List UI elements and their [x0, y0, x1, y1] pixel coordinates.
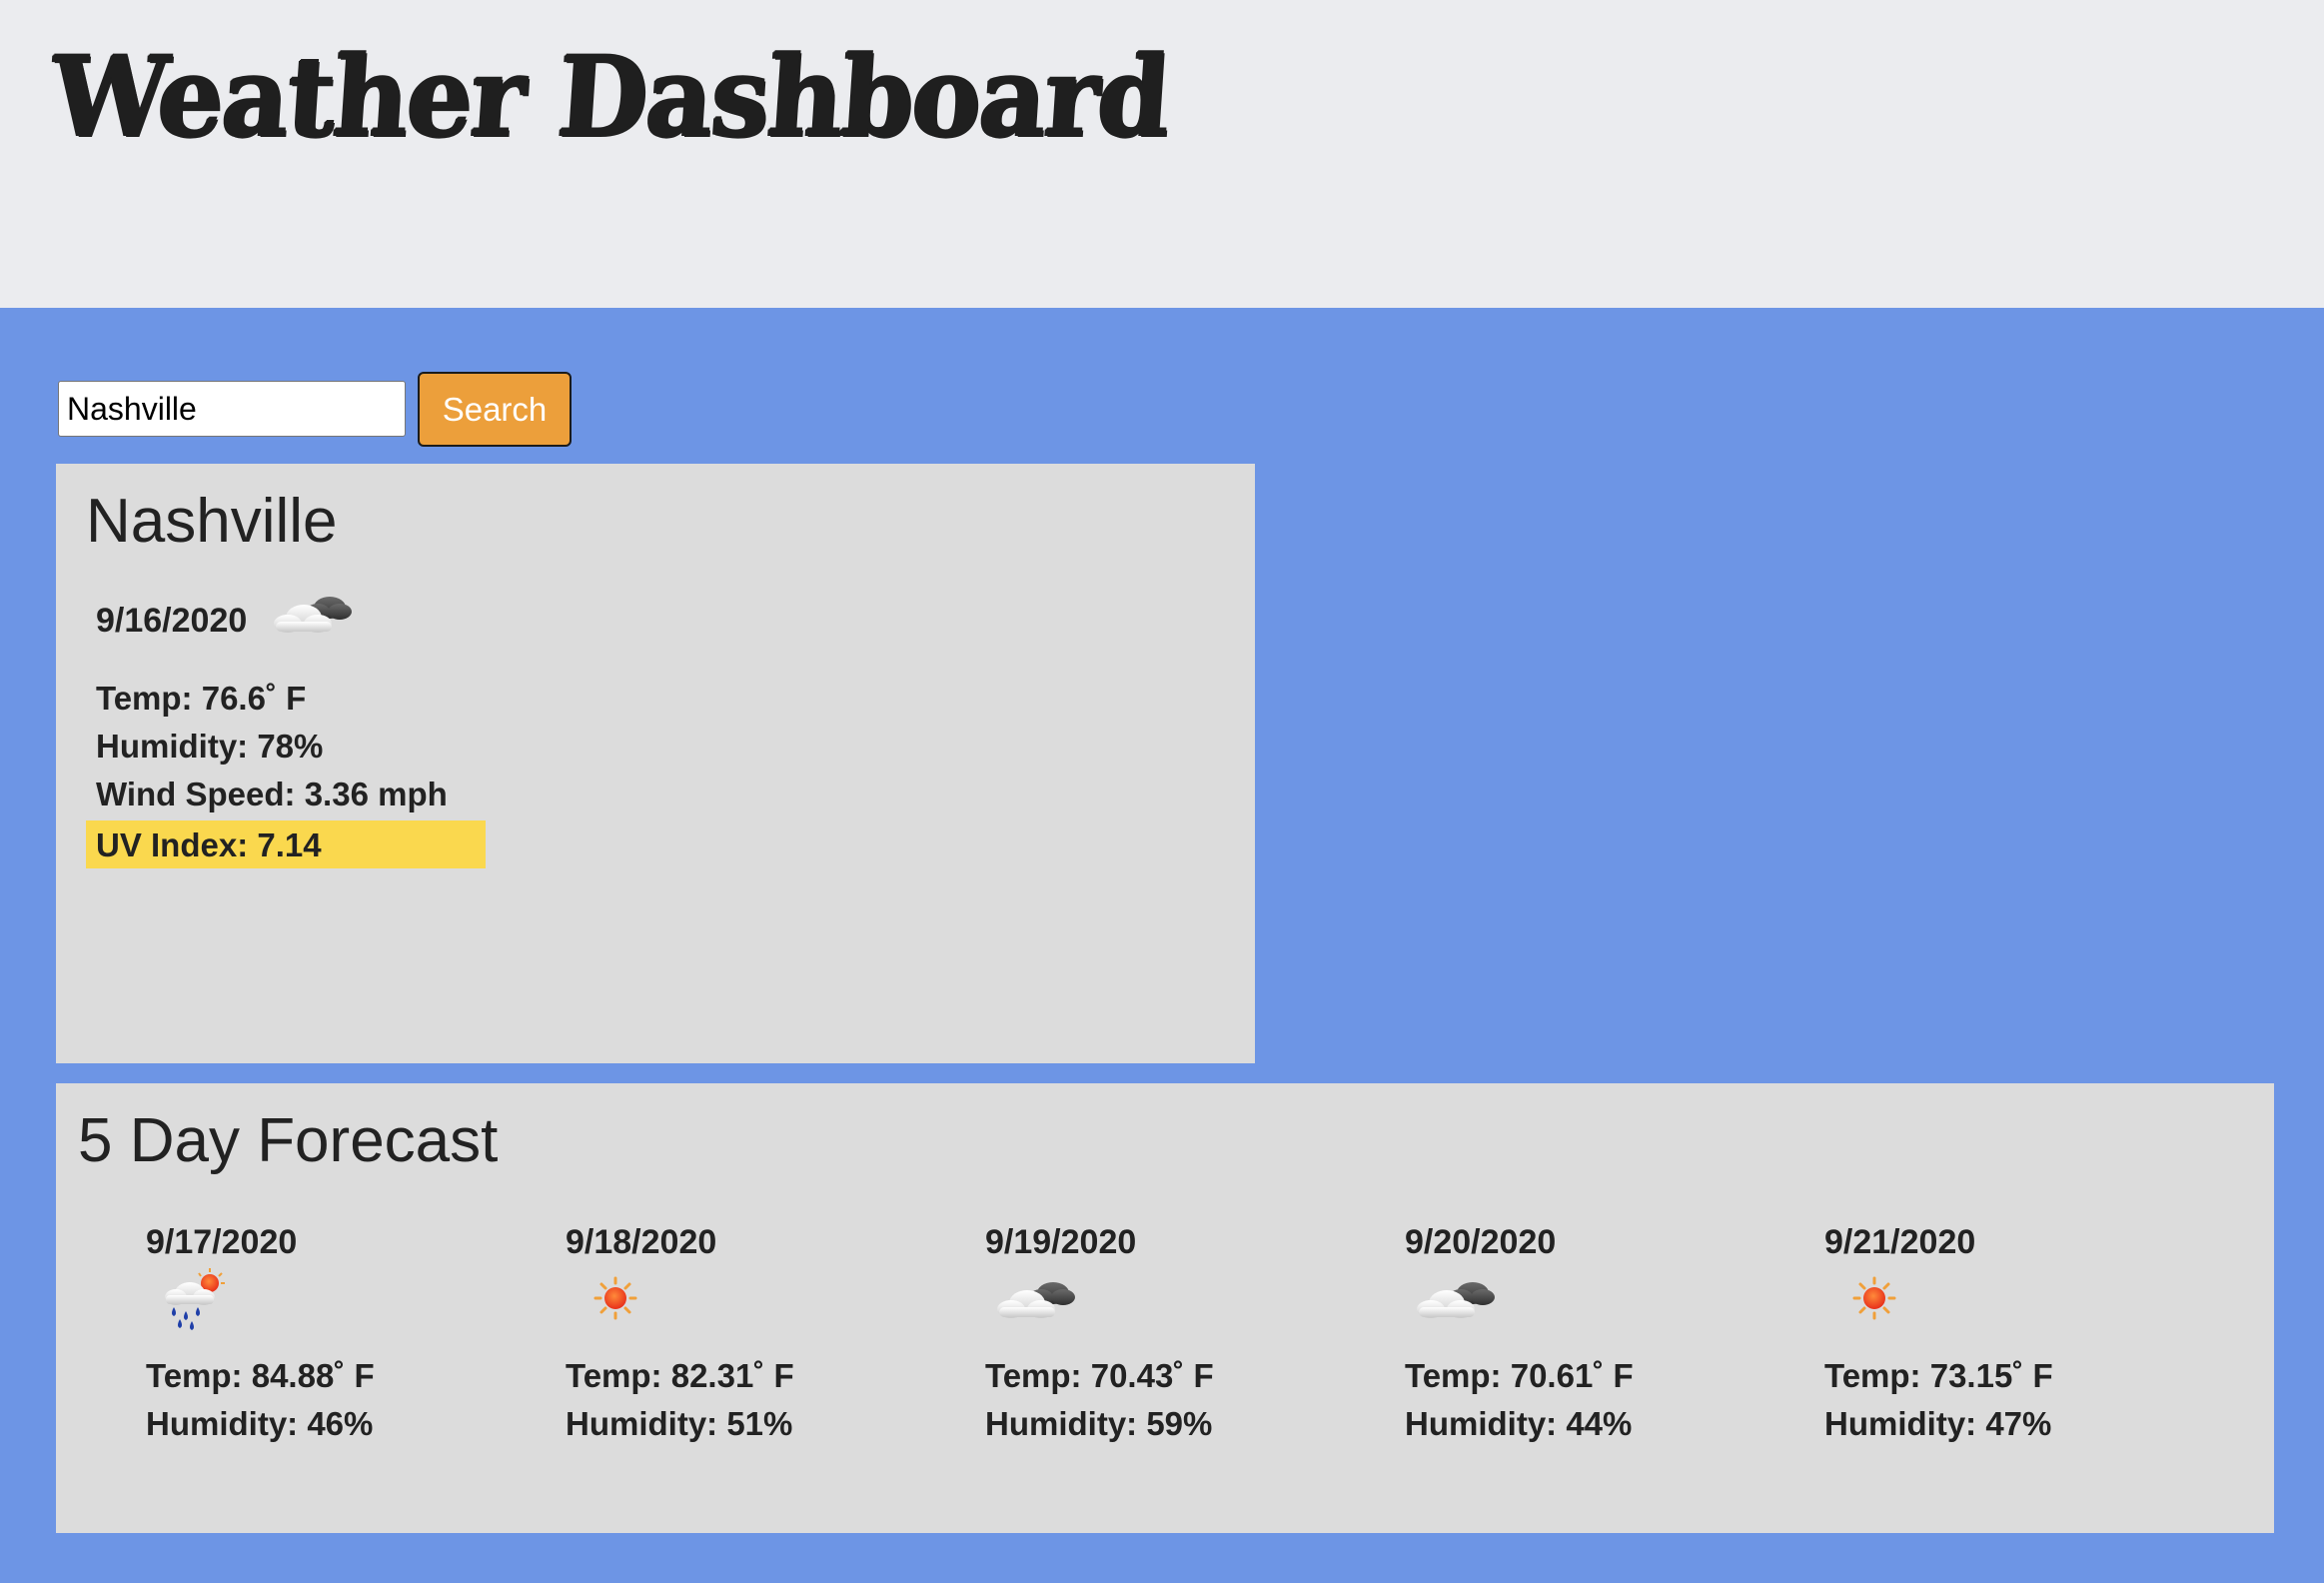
- forecast-day: 9/17/2020 Temp: 84.88˚ F Humidity: 46%: [146, 1223, 546, 1483]
- sun-icon: [593, 1276, 637, 1320]
- current-weather-card: Nashville 9/16/2020 Temp: 76.6˚ F Humidi…: [56, 464, 1255, 1063]
- forecast-humidity: Humidity: 44%: [1405, 1405, 1633, 1442]
- uv-index-label: UV Index: 7.14: [96, 826, 322, 863]
- forecast-date: 9/20/2020: [1405, 1223, 1557, 1261]
- forecast-date: 9/17/2020: [146, 1223, 298, 1261]
- page-header: Weather Dashboard: [0, 0, 2324, 308]
- current-humidity: Humidity: 78%: [96, 728, 324, 765]
- forecast-humidity: Humidity: 47%: [1824, 1405, 2052, 1442]
- forecast-title: 5 Day Forecast: [78, 1106, 499, 1175]
- forecast-card: 5 Day Forecast 9/17/2020 Temp: 84.88˚ F …: [56, 1083, 2274, 1533]
- forecast-day: 9/21/2020 Temp: 73.15˚ F Humidity: 47%: [1824, 1223, 2224, 1483]
- forecast-humidity: Humidity: 46%: [146, 1405, 374, 1442]
- forecast-temp: Temp: 73.15˚ F: [1824, 1357, 2053, 1394]
- forecast-day: 9/18/2020 Temp: 82.31˚ F Humidity: 51%: [566, 1223, 965, 1483]
- current-date: 9/16/2020: [96, 602, 248, 640]
- forecast-temp: Temp: 82.31˚ F: [566, 1357, 794, 1394]
- app-title: Weather Dashboard: [47, 31, 1173, 162]
- current-temp: Temp: 76.6˚ F: [96, 680, 307, 717]
- forecast-date: 9/21/2020: [1824, 1223, 1976, 1261]
- current-wind-speed: Wind Speed: 3.36 mph: [96, 776, 448, 812]
- sun-icon: [1852, 1276, 1896, 1320]
- cloudy-icon: [274, 597, 352, 633]
- forecast-humidity: Humidity: 51%: [566, 1405, 793, 1442]
- forecast-humidity: Humidity: 59%: [985, 1405, 1213, 1442]
- cloudy-icon: [997, 1282, 1075, 1318]
- forecast-day: 9/20/2020 Temp: 70.61˚ F Humidity: 44%: [1405, 1223, 1804, 1483]
- forecast-temp: Temp: 84.88˚ F: [146, 1357, 375, 1394]
- city-search-input[interactable]: [58, 381, 406, 437]
- search-button[interactable]: Search: [418, 372, 572, 447]
- rain-sun-icon: [165, 1268, 225, 1330]
- uv-index-badge: UV Index: 7.14: [86, 820, 486, 868]
- cloudy-icon: [1417, 1282, 1495, 1318]
- forecast-date: 9/18/2020: [566, 1223, 717, 1261]
- forecast-temp: Temp: 70.43˚ F: [985, 1357, 1214, 1394]
- forecast-temp: Temp: 70.61˚ F: [1405, 1357, 1634, 1394]
- forecast-date: 9/19/2020: [985, 1223, 1137, 1261]
- city-name: Nashville: [86, 487, 338, 556]
- forecast-day: 9/19/2020 Temp: 70.43˚ F Humidity: 59%: [985, 1223, 1385, 1483]
